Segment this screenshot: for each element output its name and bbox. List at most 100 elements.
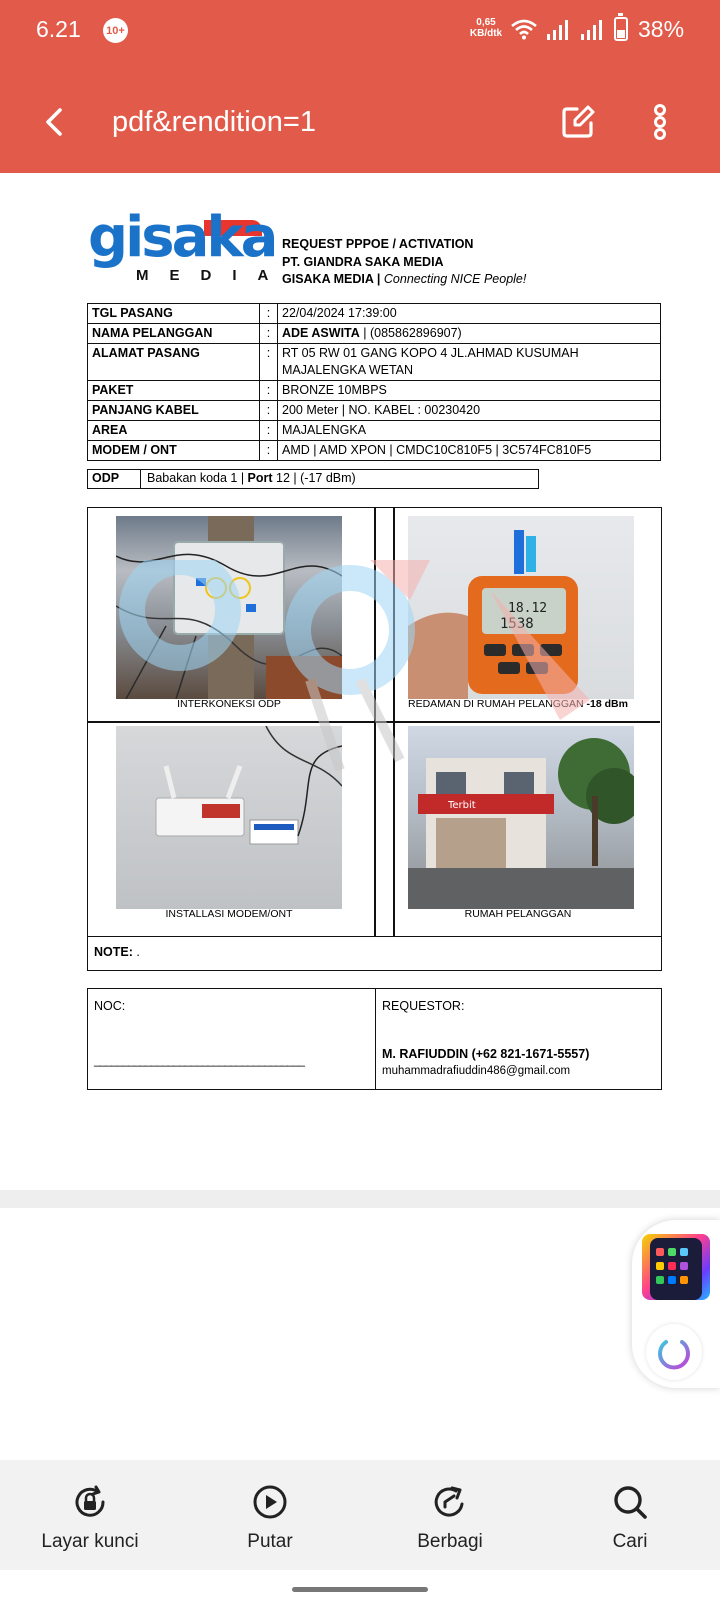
row-value: ADE ASWITA | (085862896907) (277, 323, 661, 344)
note-row: NOTE: . (87, 937, 662, 971)
row-colon: : (259, 343, 278, 381)
customer-info-table: TGL PASANG : 22/04/2024 17:39:00 NAMA PE… (87, 303, 661, 461)
back-button[interactable] (36, 104, 72, 140)
row-value: MAJALENGKA (277, 420, 661, 441)
meter-reading-top: 18.12 (508, 601, 547, 616)
odp-value: Babakan koda 1 | Port 12 | (-17 dBm) (141, 470, 356, 488)
photo-grid: INTERKONEKSI ODP 18.12 1538 REDAMAN DI R… (87, 507, 662, 937)
page-separator (0, 1190, 720, 1208)
photo-odp (116, 516, 342, 699)
table-row: MODEM / ONT : AMD | AMD XPON | CMDC10C81… (87, 440, 661, 461)
home-indicator[interactable] (292, 1587, 428, 1592)
row-value: 22/04/2024 17:39:00 (277, 303, 661, 324)
caption-text: REDAMAN DI RUMAH PELANGGAN (408, 698, 587, 710)
note-value: . (136, 945, 140, 959)
requestor-name: M. RAFIUDDIN (+62 821-1671-5557) (382, 1047, 590, 1061)
odp-label: ODP (88, 470, 141, 488)
page-title: pdf&rendition=1 (112, 106, 316, 138)
table-row: NAMA PELANGGAN : ADE ASWITA | (085862896… (87, 323, 661, 344)
shop-sign: Terbit (447, 800, 476, 811)
photo-modem (116, 726, 342, 909)
play-icon (253, 1485, 287, 1519)
meter-reading-bottom: 1538 (500, 616, 534, 632)
search-button[interactable]: Cari (550, 1484, 710, 1553)
logo-word: gisaka (88, 205, 278, 270)
screen: 6.21 10+ 0,65 KB/dtk 38% pdf&rendition=1… (0, 0, 720, 1600)
wifi-icon (511, 19, 537, 40)
edit-icon (562, 105, 595, 138)
address-line-2: MAJALENGKA WETAN (282, 363, 414, 377)
odp-box-image (116, 516, 342, 699)
odp-port-label: Port (247, 471, 273, 485)
row-label: AREA (87, 420, 260, 441)
table-row: ALAMAT PASANG : RT 05 RW 01 GANG KOPO 4 … (87, 343, 661, 381)
search-icon (614, 1486, 647, 1519)
row-colon: : (259, 420, 278, 441)
power-icon (658, 1334, 690, 1370)
net-speed-value: 0,65 (476, 17, 496, 28)
notification-badge: 10+ (103, 18, 128, 43)
bottom-toolbar: Layar kunci Putar Berbagi Cari (0, 1460, 720, 1570)
noc-label: NOC: (94, 999, 126, 1013)
house-image: Terbit (408, 738, 634, 909)
grid-divider (88, 721, 660, 723)
gisaka-logo: gisaka MEDIA (88, 210, 278, 288)
row-label: TGL PASANG (87, 303, 260, 324)
row-label: MODEM / ONT (87, 440, 260, 461)
signal-icon (547, 20, 568, 40)
play-label: Putar (247, 1531, 293, 1552)
photo-caption: REDAMAN DI RUMAH PELANGGAN -18 dBm (383, 698, 653, 710)
power-button[interactable] (646, 1324, 702, 1380)
battery-percent: 38% (638, 16, 685, 42)
play-button[interactable]: Putar (190, 1484, 350, 1553)
odp-location: Babakan koda 1 | (147, 471, 248, 485)
arrow-left-icon (46, 108, 62, 136)
lock-screen-button[interactable]: Layar kunci (10, 1484, 170, 1553)
lock-screen-label: Layar kunci (41, 1531, 139, 1552)
row-label: PANJANG KABEL (87, 400, 260, 421)
share-label: Berbagi (417, 1531, 483, 1552)
odp-box: ODP Babakan koda 1 | Port 12 | (-17 dBm) (87, 469, 539, 489)
requestor-email: muhammadrafiuddin486@gmail.com (382, 1065, 571, 1077)
lock-screen-icon (75, 1485, 105, 1517)
header-line-1: REQUEST PPPOE / ACTIVATION (282, 237, 474, 251)
customer-phone: | (085862896907) (359, 326, 462, 340)
table-row: PAKET : BRONZE 10MBPS (87, 380, 661, 401)
floating-widget[interactable] (632, 1220, 720, 1388)
row-label: ALAMAT PASANG (87, 343, 260, 381)
signal-icon (581, 20, 602, 40)
row-label: NAMA PELANGGAN (87, 323, 260, 344)
search-label: Cari (612, 1531, 648, 1552)
header-tagline: Connecting NICE People! (383, 272, 527, 286)
share-button[interactable]: Berbagi (370, 1484, 530, 1553)
row-label: PAKET (87, 380, 260, 401)
header-line-2: PT. GIANDRA SAKA MEDIA (282, 254, 444, 269)
address-line-1: RT 05 RW 01 GANG KOPO 4 JL.AHMAD KUSUMAH (282, 346, 579, 360)
row-value: RT 05 RW 01 GANG KOPO 4 JL.AHMAD KUSUMAH… (277, 343, 661, 381)
noc-section: NOC: ___________________________________… (88, 989, 376, 1089)
row-colon: : (259, 303, 278, 324)
row-colon: : (259, 440, 278, 461)
photo-caption: INTERKONEKSI ODP (177, 698, 281, 710)
more-options-button[interactable] (642, 102, 678, 142)
row-colon: : (259, 380, 278, 401)
power-meter-image: 18.12 1538 (408, 530, 578, 699)
customer-name: ADE ASWITA (282, 326, 360, 340)
signature-box: NOC: ___________________________________… (87, 988, 662, 1090)
odp-port-value: 12 | (-17 dBm) (272, 471, 356, 485)
document-header: REQUEST PPPOE / ACTIVATION PT. GIANDRA S… (282, 236, 526, 289)
table-row: PANJANG KABEL : 200 Meter | NO. KABEL : … (87, 400, 661, 421)
noc-signature-line: _____________________________________ (94, 1053, 305, 1067)
app-shortcut-icon[interactable] (642, 1234, 710, 1300)
photo-house: Terbit (408, 726, 634, 909)
requestor-label: REQUESTOR: (382, 999, 465, 1013)
row-value: AMD | AMD XPON | CMDC10C810F5 | 3C574FC8… (277, 440, 661, 461)
logo-sub: MEDIA (136, 267, 290, 284)
edit-button[interactable] (558, 102, 598, 142)
battery-icon (614, 13, 628, 41)
row-value: BRONZE 10MBPS (277, 380, 661, 401)
header-line-3: GISAKA MEDIA | (282, 272, 381, 286)
photo-power-meter: 18.12 1538 (408, 516, 634, 699)
more-vert-icon (654, 104, 666, 140)
row-value: 200 Meter | NO. KABEL : 00230420 (277, 400, 661, 421)
